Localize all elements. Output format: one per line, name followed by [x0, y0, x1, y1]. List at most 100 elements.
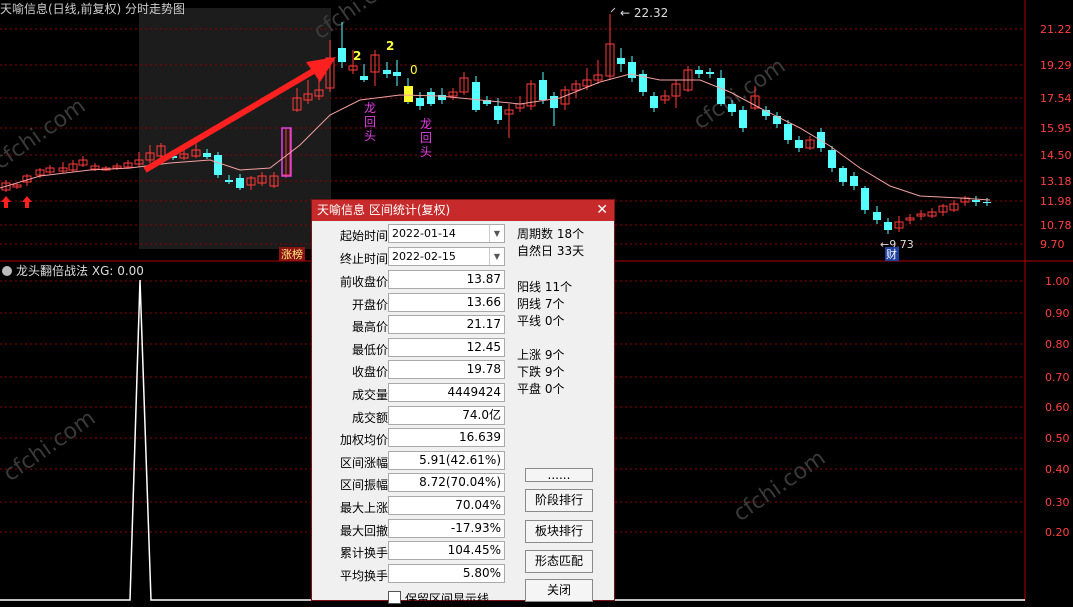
- end-date-picker[interactable]: 2022-02-15 ▼: [388, 247, 505, 266]
- stat-value: 21.17: [388, 315, 505, 335]
- chart-title: 天喻信息(日线,前复权) 分时走势图: [0, 2, 185, 16]
- price-tick-label: 21.22: [1040, 23, 1072, 36]
- buy-signal-icon: [22, 196, 32, 208]
- stat-value: 12.45: [388, 337, 505, 357]
- indicator-tick-label: 0.60: [1045, 401, 1070, 414]
- stat-label: 最高价: [351, 320, 388, 335]
- close-icon[interactable]: ✕: [596, 200, 608, 221]
- candle-body-down[interactable]: [873, 212, 881, 220]
- stat-row: 收盘价 19.78: [312, 360, 512, 380]
- candle-body-down[interactable]: [817, 132, 825, 148]
- stat-value: 4449424: [388, 383, 505, 402]
- stat-row: 区间振幅 8.72(70.04%): [312, 473, 512, 493]
- watermark: cfchi.com: [0, 406, 100, 487]
- annotation-longhuitou: 龙: [420, 117, 432, 131]
- annotation-longhuitou: 龙: [364, 101, 376, 115]
- candle-body-down[interactable]: [717, 78, 725, 104]
- indicator-tick-label: 1.00: [1045, 275, 1070, 288]
- chevron-down-icon[interactable]: [2, 266, 12, 276]
- candle-body-down[interactable]: [550, 96, 558, 108]
- candle-body-down[interactable]: [795, 140, 803, 148]
- candle-body-down[interactable]: [383, 70, 391, 74]
- stat-label: 开盘价: [351, 297, 388, 312]
- dialog-header: 天喻信息 区间统计(复权) ✕: [312, 200, 614, 221]
- high-price-label: ← 22.32: [620, 6, 668, 20]
- right-stat-text: 平盘 0个: [517, 382, 565, 396]
- candle-body-down[interactable]: [728, 104, 736, 112]
- candle-body-down[interactable]: [839, 168, 847, 182]
- candle-body-down[interactable]: [861, 188, 869, 210]
- candle-body-down[interactable]: [617, 58, 625, 64]
- indicator-tick-label: 0.40: [1045, 463, 1070, 476]
- candle-body-down[interactable]: [472, 82, 480, 110]
- stat-row: 最低价 12.45: [312, 337, 512, 358]
- start-date-picker[interactable]: 2022-01-14 ▼: [388, 224, 505, 243]
- start-time-label: 起始时间: [339, 229, 388, 243]
- candle-body-down[interactable]: [739, 110, 747, 128]
- candle-body-down[interactable]: [338, 48, 346, 62]
- candle-body-down[interactable]: [706, 72, 714, 74]
- stat-row: 最大回撤 -17.93%: [312, 518, 512, 539]
- indicator-tick-label: 0.20: [1045, 526, 1070, 539]
- yellow-candle[interactable]: [404, 86, 413, 102]
- right-stat-text: 下跌 9个: [517, 365, 565, 379]
- ellipsis-button[interactable]: ......: [525, 468, 593, 482]
- right-stat-text: 周期数 18个: [517, 227, 585, 241]
- candle-body-down[interactable]: [628, 62, 636, 78]
- pattern-match-button[interactable]: 形态匹配: [525, 550, 593, 573]
- stat-label: 最大回撤: [339, 523, 388, 538]
- candle-body-down[interactable]: [393, 72, 401, 76]
- dropdown-icon[interactable]: ▼: [489, 248, 504, 265]
- candle-body-down[interactable]: [983, 202, 991, 203]
- stat-row: 平均换手 5.80%: [312, 563, 512, 584]
- candle-body-down[interactable]: [828, 150, 836, 168]
- candle-body-down[interactable]: [650, 96, 658, 108]
- candle-body-down[interactable]: [203, 153, 211, 157]
- indicator-tick-label: 0.70: [1045, 371, 1070, 384]
- candle-body-down[interactable]: [773, 116, 781, 124]
- end-time-label: 终止时间: [339, 252, 388, 266]
- indicator-tick-label: 0.80: [1045, 338, 1070, 351]
- price-tick-label: 19.29: [1040, 59, 1072, 72]
- stat-row: 区间涨幅 5.91(42.61%): [312, 450, 512, 471]
- stat-row: 成交额 74.0亿: [312, 405, 512, 426]
- candle-body-down[interactable]: [236, 178, 244, 188]
- stat-value: 5.80%: [388, 563, 505, 583]
- price-tick-label: 15.95: [1040, 122, 1072, 135]
- watermark: cfchi.com: [0, 94, 90, 175]
- stat-label: 区间振幅: [339, 478, 388, 493]
- watermark: cfchi.com: [309, 0, 410, 45]
- price-tick-label: 11.98: [1040, 195, 1072, 208]
- stage-rank-button[interactable]: 阶段排行: [525, 489, 593, 512]
- indicator-tick-label: 0.30: [1045, 496, 1070, 509]
- close-button[interactable]: 关闭: [525, 579, 593, 602]
- candle-body-down[interactable]: [784, 124, 792, 140]
- stat-label: 前收盘价: [339, 275, 388, 289]
- stat-row: 加权均价 16.639: [312, 428, 512, 448]
- dropdown-icon[interactable]: ▼: [489, 225, 504, 242]
- stat-value: 70.04%: [388, 496, 505, 515]
- checkbox-icon[interactable]: [388, 591, 401, 604]
- candle-body-down[interactable]: [214, 155, 222, 175]
- price-tick-label: 17.54: [1040, 92, 1072, 105]
- candle-body-down[interactable]: [850, 176, 858, 186]
- start-date-value: 2022-01-14: [392, 227, 456, 240]
- candle-body-down[interactable]: [427, 92, 435, 104]
- candle-body-down[interactable]: [539, 80, 547, 100]
- count-label: 2: [386, 39, 394, 53]
- candle-body-down[interactable]: [225, 180, 233, 182]
- checkbox-label: 保留区间显示线: [405, 592, 490, 606]
- sector-rank-button[interactable]: 板块排行: [525, 520, 593, 543]
- candle-body-down[interactable]: [695, 70, 703, 74]
- stat-value: 8.72(70.04%): [388, 473, 505, 493]
- candle-body-down[interactable]: [494, 106, 502, 120]
- candle-body-down[interactable]: [360, 76, 368, 80]
- keep-interval-checkbox[interactable]: 保留区间显示线: [388, 590, 489, 607]
- cai-badge: 财: [886, 247, 897, 261]
- candle-body-down[interactable]: [884, 222, 892, 230]
- stat-value: 19.78: [388, 360, 505, 380]
- price-tick-label: 13.18: [1040, 175, 1072, 188]
- candle-body-down[interactable]: [972, 200, 980, 202]
- indicator-tick-label: 0.90: [1045, 307, 1070, 320]
- candle-body-down[interactable]: [416, 98, 424, 106]
